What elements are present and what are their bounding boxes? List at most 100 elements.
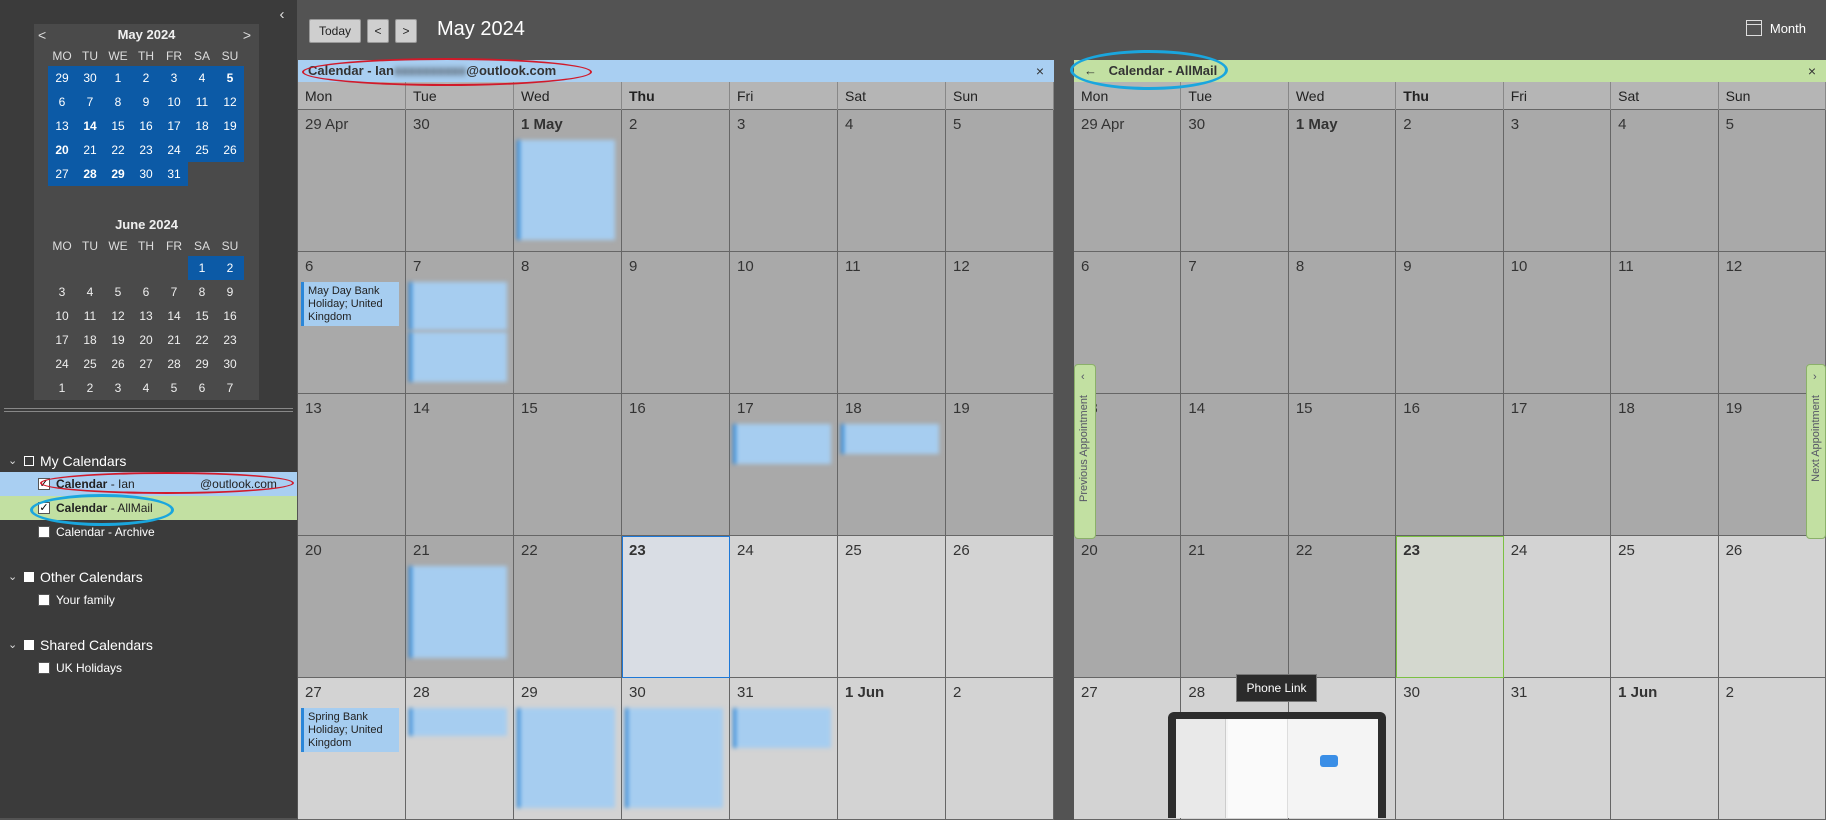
day-cell[interactable]: 3 [730,110,838,252]
mini-day[interactable]: 31 [160,162,188,186]
day-cell[interactable]: 28 [406,678,514,820]
redacted-event[interactable] [409,708,507,736]
mini-day[interactable]: 15 [188,304,216,328]
mini-day[interactable]: 2 [132,66,160,90]
calendar-item-uk-holidays[interactable]: UK Holidays [0,656,297,680]
day-cell[interactable]: 24 [1503,536,1612,678]
mini-day[interactable]: 3 [104,376,132,400]
mini-day[interactable]: 6 [188,376,216,400]
mini-day[interactable]: 25 [188,138,216,162]
mini-day[interactable]: 29 [104,162,132,186]
day-cell[interactable]: 16 [1396,394,1504,536]
mini-day[interactable]: 21 [160,328,188,352]
mini-day[interactable]: 6 [48,90,76,114]
day-cell[interactable]: 20 [298,536,406,678]
mini-day[interactable]: 30 [76,66,104,90]
mini-day[interactable]: 2 [216,256,244,280]
day-cell[interactable]: 24 [730,536,838,678]
mini-day[interactable]: 17 [48,328,76,352]
mini-day[interactable]: 25 [76,352,104,376]
mini-day[interactable]: 13 [48,114,76,138]
mini-day[interactable]: 29 [48,66,76,90]
day-cell[interactable]: 8 [514,252,622,394]
day-cell[interactable]: 27 [1074,678,1182,820]
day-cell[interactable]: 17 [1503,394,1612,536]
mini-day[interactable]: 6 [132,280,160,304]
day-cell[interactable]: 18 [838,394,946,536]
day-cell[interactable]: 15 [514,394,622,536]
chevron-down-icon[interactable]: ⌄ [8,634,18,656]
group-checkbox[interactable] [24,456,34,466]
day-cell[interactable]: 14 [1181,394,1289,536]
day-cell[interactable]: 21 [1181,536,1289,678]
day-cell[interactable]: 2 [1718,678,1826,820]
calendar-checkbox[interactable]: ✓ [38,502,50,514]
day-cell[interactable]: 2 [946,678,1054,820]
day-cell[interactable]: 30 [406,110,514,252]
day-cell[interactable]: 2 [622,110,730,252]
day-cell[interactable]: 31 [1503,678,1612,820]
mini-day[interactable]: 22 [104,138,132,162]
mini-day[interactable]: 14 [160,304,188,328]
back-arrow-icon[interactable]: ← [1084,63,1097,78]
mini-day[interactable]: 4 [132,376,160,400]
redacted-event[interactable] [409,332,507,382]
calendar-checkbox[interactable] [38,526,50,538]
day-cell[interactable]: 6 May Day Bank Holiday; United Kingdom [298,252,406,394]
calendar-checkbox[interactable] [38,594,50,606]
group-checkbox[interactable] [24,640,34,650]
mini-day[interactable]: 7 [76,90,104,114]
day-cell[interactable]: 9 [622,252,730,394]
day-cell[interactable]: 4 [838,110,946,252]
mini-day[interactable]: 5 [104,280,132,304]
redacted-event[interactable] [841,424,939,454]
view-selector[interactable]: Month [1745,20,1806,36]
day-cell[interactable]: 29 Apr [1074,110,1182,252]
mini-day[interactable]: 22 [188,328,216,352]
day-cell[interactable]: 30 [1181,110,1289,252]
day-cell[interactable]: 17 [730,394,838,536]
group-checkbox[interactable] [24,572,34,582]
mini-day[interactable]: 4 [76,280,104,304]
mini-day[interactable]: 8 [188,280,216,304]
mini-day[interactable]: 16 [216,304,244,328]
mini-day[interactable]: 1 [188,256,216,280]
day-cell[interactable]: 5 [946,110,1054,252]
day-cell[interactable]: 7 [1181,252,1289,394]
mini-day[interactable]: 19 [216,114,244,138]
mini-day[interactable]: 26 [216,138,244,162]
calendar-item-allmail[interactable]: ✓ Calendar - AllMail [0,496,297,520]
redacted-event[interactable] [409,566,507,658]
mini-day[interactable]: 16 [132,114,160,138]
redacted-event[interactable] [733,708,831,748]
chevron-down-icon[interactable]: ⌄ [8,450,18,472]
calendar-item-ian[interactable]: ✓ Calendar - Ian @outlook.com [0,472,297,496]
mini-day[interactable]: 10 [160,90,188,114]
mini-day[interactable]: 2 [76,376,104,400]
day-cell[interactable]: 4 [1611,110,1719,252]
day-cell[interactable]: 16 [622,394,730,536]
mini-day[interactable]: 5 [216,66,244,90]
mini-day[interactable]: 11 [188,90,216,114]
day-cell[interactable]: 10 [1503,252,1612,394]
day-cell[interactable]: 8 [1288,252,1397,394]
day-cell[interactable]: 14 [406,394,514,536]
close-icon[interactable]: × [1808,60,1816,82]
mini-day[interactable]: 30 [216,352,244,376]
day-cell[interactable]: 27 Spring Bank Holiday; United Kingdom [298,678,406,820]
mini-day[interactable]: 23 [132,138,160,162]
mini-day[interactable]: 23 [216,328,244,352]
day-cell[interactable]: 23 [1396,536,1504,678]
calendar-checkbox[interactable] [38,662,50,674]
mini-day[interactable]: 27 [48,162,76,186]
mini-day[interactable]: 15 [104,114,132,138]
mini-day[interactable]: 28 [76,162,104,186]
mini-day[interactable]: 4 [188,66,216,90]
mini-day[interactable]: 5 [160,376,188,400]
day-cell[interactable]: 1 May [1288,110,1397,252]
day-cell[interactable]: 29 Apr [298,110,406,252]
group-header[interactable]: ⌄ Other Calendars [0,566,297,588]
mini-day[interactable]: 26 [104,352,132,376]
mini-day[interactable]: 29 [188,352,216,376]
day-cell[interactable]: 25 [838,536,946,678]
